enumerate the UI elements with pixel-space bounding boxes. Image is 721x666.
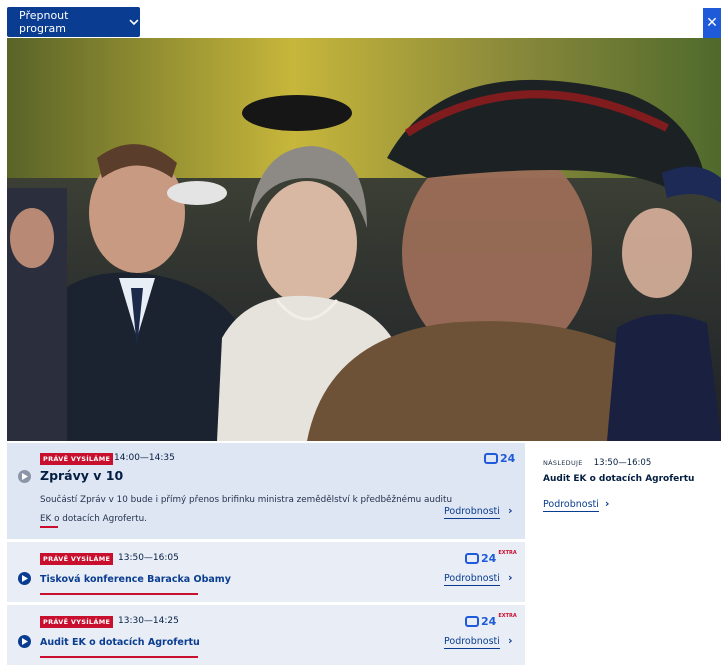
chevron-right-icon: › <box>604 497 610 510</box>
details-link[interactable]: Podrobnosti <box>444 573 500 586</box>
play-icon[interactable] <box>18 470 31 483</box>
ct-logo-icon <box>484 453 498 464</box>
program-time: 13:30—14:25 <box>118 616 179 626</box>
progress-bar <box>40 593 198 595</box>
next-program-panel: NÁSLEDUJE 13:50—16:05 Audit EK o dotacíc… <box>543 450 721 512</box>
channel-number: 24 <box>481 615 497 628</box>
live-badge: PRÁVĚ VYSÍLÁME <box>40 453 114 465</box>
chevron-right-icon: › <box>508 634 513 647</box>
program-card[interactable]: PRÁVĚ VYSÍLÁME 13:50—16:05 24 EXTRA Tisk… <box>7 542 525 602</box>
play-icon[interactable] <box>18 635 31 648</box>
ct-logo-icon <box>465 616 479 627</box>
program-time: 14:00—14:35 <box>114 453 175 463</box>
chevron-right-icon: › <box>508 571 513 584</box>
channel-logo: 24 <box>484 452 515 465</box>
close-icon: ✕ <box>706 15 718 31</box>
ct-logo-icon <box>465 553 479 564</box>
details-link[interactable]: Podrobnosti <box>444 506 500 519</box>
switch-program-label: Přepnout program <box>19 9 69 35</box>
program-title[interactable]: Zprávy v 10 <box>40 468 123 483</box>
video-frame-image <box>7 38 721 441</box>
progress-bar <box>40 656 198 658</box>
progress-bar <box>40 526 58 528</box>
next-time: 13:50—16:05 <box>593 458 652 468</box>
chevron-right-icon: › <box>508 504 513 517</box>
next-details-link[interactable]: Podrobnosti <box>543 499 599 512</box>
channel-number: 24 <box>500 452 516 465</box>
program-list: PRÁVĚ VYSÍLÁME 14:00—14:35 24 Zprávy v 1… <box>7 443 525 666</box>
program-title[interactable]: Tisková konference Baracka Obamy <box>40 574 231 585</box>
close-button[interactable]: ✕ <box>703 8 721 38</box>
play-icon[interactable] <box>18 572 31 585</box>
program-card[interactable]: PRÁVĚ VYSÍLÁME 14:00—14:35 24 Zprávy v 1… <box>7 443 525 539</box>
details-link[interactable]: Podrobnosti <box>444 636 500 649</box>
channel-logo: 24 EXTRA <box>465 613 517 628</box>
channel-logo: 24 EXTRA <box>465 550 517 565</box>
live-badge: PRÁVĚ VYSÍLÁME <box>40 616 114 628</box>
live-badge: PRÁVĚ VYSÍLÁME <box>40 553 114 565</box>
next-title[interactable]: Audit EK o dotacích Agrofertu <box>543 474 721 484</box>
next-label: NÁSLEDUJE <box>543 459 583 467</box>
channel-number: 24 <box>481 552 497 565</box>
program-title[interactable]: Audit EK o dotacích Agrofertu <box>40 637 200 648</box>
channel-extra-label: EXTRA <box>498 550 517 556</box>
program-description: Součástí Zpráv v 10 bude i přímý přenos … <box>40 495 453 524</box>
channel-extra-label: EXTRA <box>498 613 517 619</box>
switch-program-button[interactable]: Přepnout program <box>7 7 140 37</box>
program-card[interactable]: PRÁVĚ VYSÍLÁME 13:30—14:25 24 EXTRA Audi… <box>7 605 525 665</box>
video-player[interactable] <box>7 38 721 441</box>
chevron-down-icon <box>129 19 139 26</box>
program-time: 13:50—16:05 <box>118 553 179 563</box>
